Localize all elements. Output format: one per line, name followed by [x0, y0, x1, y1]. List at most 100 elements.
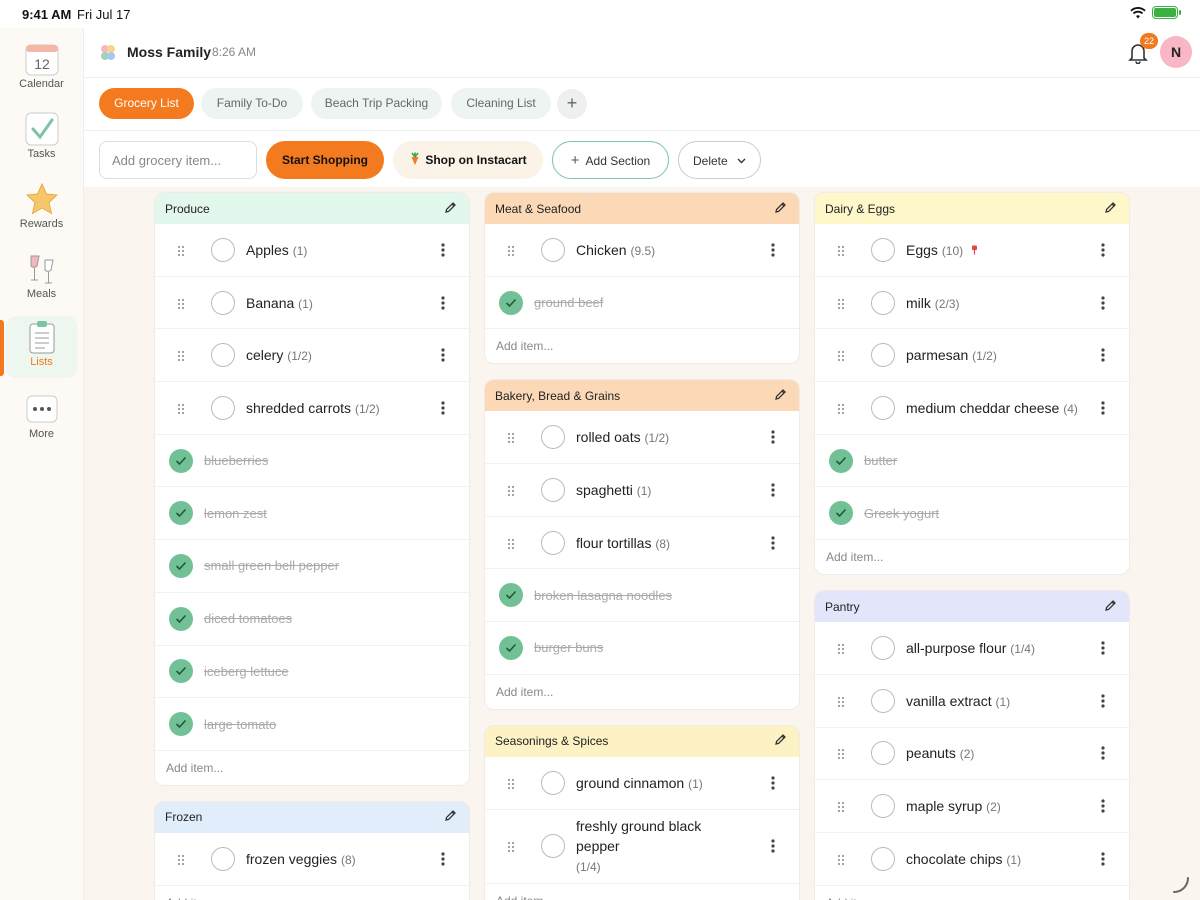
list-item[interactable]: frozen veggies (8) [155, 833, 469, 886]
avatar[interactable]: N [1160, 36, 1192, 68]
drag-handle-icon[interactable] [177, 244, 185, 256]
more-options-icon[interactable] [1101, 799, 1105, 813]
drag-handle-icon[interactable] [177, 349, 185, 362]
item-checkbox[interactable] [541, 477, 565, 502]
tab-grocery-list[interactable]: Grocery List [99, 88, 194, 119]
tab-family-to-do[interactable]: Family To-Do [201, 88, 303, 119]
drag-handle-icon[interactable] [837, 349, 845, 362]
more-options-icon[interactable] [771, 243, 775, 257]
drag-handle-icon[interactable] [507, 431, 515, 444]
checked-checkbox[interactable] [499, 635, 523, 660]
checked-checkbox[interactable] [169, 606, 193, 631]
completed-item[interactable]: diced tomatoes [155, 593, 469, 646]
pencil-icon[interactable] [774, 388, 787, 404]
item-checkbox[interactable] [211, 290, 235, 315]
item-checkbox[interactable] [211, 395, 235, 420]
sidebar-item-calendar[interactable]: 12 Calendar [6, 38, 77, 100]
checked-checkbox[interactable] [169, 501, 193, 526]
add-item-link[interactable]: Add item... [815, 886, 1129, 900]
drag-handle-icon[interactable] [837, 747, 845, 760]
add-item-link[interactable]: Add item... [155, 886, 469, 900]
drag-handle-icon[interactable] [507, 484, 515, 497]
completed-item[interactable]: Greek yogurt [815, 487, 1129, 541]
item-checkbox[interactable] [541, 425, 565, 450]
completed-item[interactable]: blueberries [155, 435, 469, 488]
checked-checkbox[interactable] [829, 448, 853, 473]
item-checkbox[interactable] [871, 688, 895, 713]
more-options-icon[interactable] [771, 483, 775, 497]
list-item[interactable]: Banana (1) [155, 277, 469, 330]
item-checkbox[interactable] [541, 530, 565, 555]
drag-handle-icon[interactable] [507, 840, 515, 853]
item-checkbox[interactable] [871, 794, 895, 819]
tab-beach-trip-packing[interactable]: Beach Trip Packing [311, 88, 442, 119]
completed-item[interactable]: large tomato [155, 698, 469, 751]
add-section-button[interactable]: + Add Section [552, 141, 669, 179]
checked-checkbox[interactable] [499, 290, 523, 315]
drag-handle-icon[interactable] [837, 853, 845, 865]
item-checkbox[interactable] [541, 237, 565, 262]
more-options-icon[interactable] [771, 535, 775, 550]
item-checkbox[interactable] [871, 741, 895, 766]
add-item-link[interactable]: Add item... [815, 540, 1129, 574]
item-checkbox[interactable] [871, 290, 895, 315]
add-grocery-input[interactable] [99, 141, 257, 179]
list-item[interactable]: Eggs (10) [815, 224, 1129, 277]
more-options-icon[interactable] [1101, 295, 1105, 310]
completed-item[interactable]: broken lasagna noodles [485, 569, 799, 623]
item-checkbox[interactable] [541, 834, 565, 858]
list-item[interactable]: vanilla extract (1) [815, 675, 1129, 728]
drag-handle-icon[interactable] [837, 244, 845, 256]
completed-item[interactable]: iceberg lettuce [155, 646, 469, 699]
start-shopping-button[interactable]: Start Shopping [266, 141, 384, 179]
checked-checkbox[interactable] [169, 712, 193, 737]
completed-item[interactable]: burger buns [485, 622, 799, 675]
list-item[interactable]: peanuts (2) [815, 728, 1129, 781]
item-checkbox[interactable] [211, 846, 235, 871]
item-checkbox[interactable] [871, 343, 895, 368]
list-item[interactable]: ground cinnamon (1) [485, 757, 799, 810]
more-options-icon[interactable] [771, 776, 775, 790]
add-item-link[interactable]: Add item... [155, 751, 469, 785]
more-options-icon[interactable] [441, 401, 445, 415]
list-item[interactable]: Chicken (9.5) [485, 224, 799, 277]
sidebar-item-rewards[interactable]: Rewards [6, 178, 77, 240]
more-options-icon[interactable] [441, 852, 445, 866]
list-item[interactable]: celery (1/2) [155, 329, 469, 383]
pencil-icon[interactable] [1104, 599, 1117, 615]
pencil-icon[interactable] [774, 201, 787, 217]
list-item[interactable]: rolled oats (1/2) [485, 411, 799, 465]
list-item[interactable]: chocolate chips (1) [815, 833, 1129, 886]
more-options-icon[interactable] [1101, 243, 1105, 257]
more-options-icon[interactable] [441, 295, 445, 310]
list-item[interactable]: maple syrup (2) [815, 780, 1129, 833]
sidebar-item-more[interactable]: More [6, 388, 77, 450]
completed-item[interactable]: ground beef [485, 277, 799, 330]
more-options-icon[interactable] [1101, 401, 1105, 415]
list-item[interactable]: flour tortillas (8) [485, 517, 799, 570]
add-item-link[interactable]: Add item... [485, 675, 799, 709]
sidebar-item-meals[interactable]: Meals [6, 248, 77, 310]
list-item[interactable]: Apples (1) [155, 224, 469, 277]
more-options-icon[interactable] [1101, 694, 1105, 708]
drag-handle-icon[interactable] [837, 800, 845, 813]
more-options-icon[interactable] [771, 839, 775, 853]
item-checkbox[interactable] [871, 846, 895, 871]
checked-checkbox[interactable] [169, 448, 193, 473]
tab-cleaning-list[interactable]: Cleaning List [451, 88, 551, 119]
checked-checkbox[interactable] [169, 553, 193, 578]
checked-checkbox[interactable] [169, 659, 193, 684]
drag-handle-icon[interactable] [507, 537, 515, 549]
pencil-icon[interactable] [774, 733, 787, 749]
sidebar-item-tasks[interactable]: Tasks [6, 108, 77, 170]
item-checkbox[interactable] [871, 237, 895, 262]
add-item-link[interactable]: Add item... [485, 329, 799, 363]
more-options-icon[interactable] [1101, 746, 1105, 760]
drag-handle-icon[interactable] [507, 777, 515, 789]
pencil-icon[interactable] [1104, 201, 1117, 217]
checked-checkbox[interactable] [499, 583, 523, 608]
drag-handle-icon[interactable] [177, 297, 185, 309]
more-options-icon[interactable] [1101, 348, 1105, 362]
more-options-icon[interactable] [771, 430, 775, 444]
more-options-icon[interactable] [1101, 641, 1105, 655]
